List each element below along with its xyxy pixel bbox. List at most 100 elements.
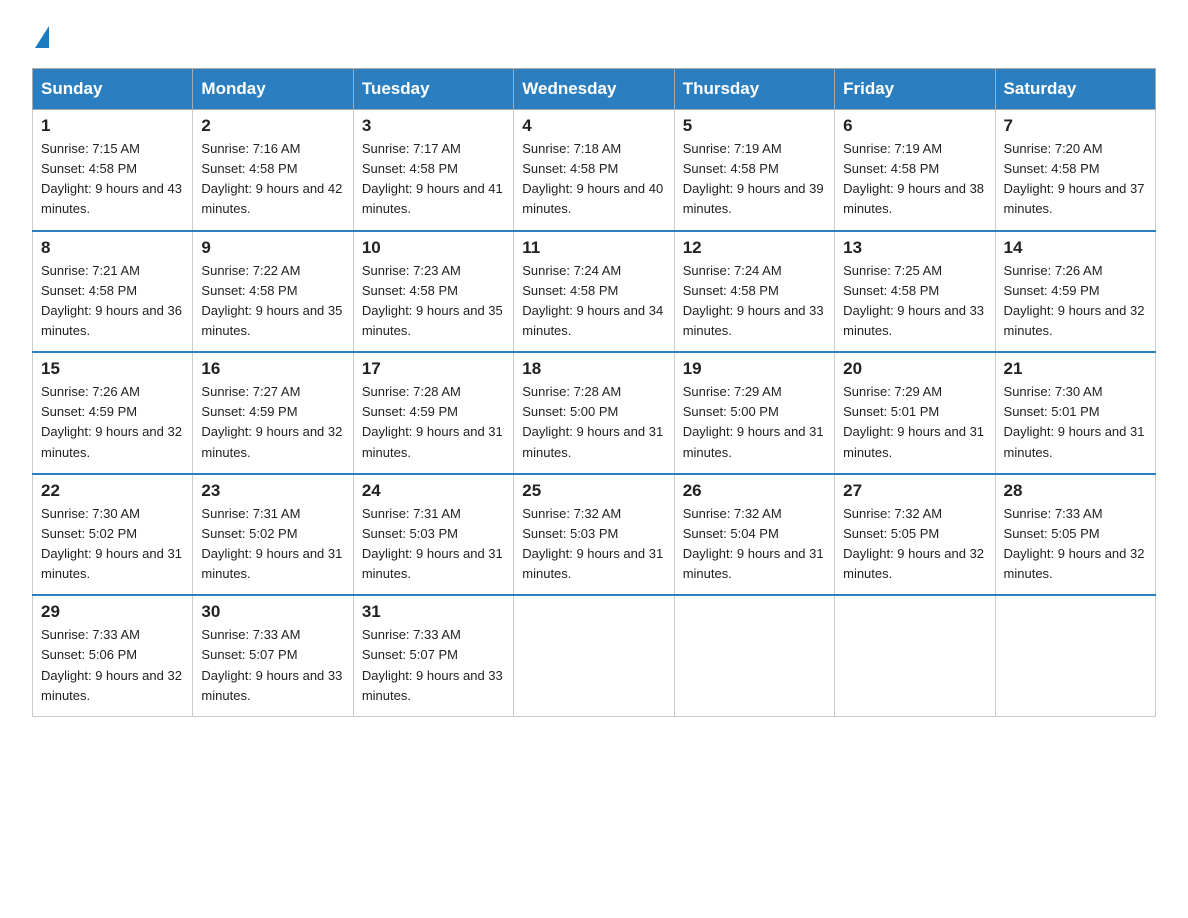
calendar-day-cell: 2 Sunrise: 7:16 AMSunset: 4:58 PMDayligh… [193,110,353,231]
day-number: 28 [1004,481,1147,501]
day-number: 13 [843,238,986,258]
day-header-row: SundayMondayTuesdayWednesdayThursdayFrid… [33,69,1156,110]
day-info: Sunrise: 7:33 AMSunset: 5:06 PMDaylight:… [41,627,182,702]
calendar-day-cell [674,595,834,716]
calendar-day-cell [995,595,1155,716]
calendar-day-cell: 17 Sunrise: 7:28 AMSunset: 4:59 PMDaylig… [353,352,513,474]
calendar-day-cell: 13 Sunrise: 7:25 AMSunset: 4:58 PMDaylig… [835,231,995,353]
day-info: Sunrise: 7:15 AMSunset: 4:58 PMDaylight:… [41,141,182,216]
calendar-day-cell: 6 Sunrise: 7:19 AMSunset: 4:58 PMDayligh… [835,110,995,231]
calendar-day-cell [835,595,995,716]
day-number: 5 [683,116,826,136]
calendar-day-cell: 26 Sunrise: 7:32 AMSunset: 5:04 PMDaylig… [674,474,834,596]
day-number: 8 [41,238,184,258]
day-number: 21 [1004,359,1147,379]
day-info: Sunrise: 7:30 AMSunset: 5:01 PMDaylight:… [1004,384,1145,459]
day-number: 11 [522,238,665,258]
calendar-day-cell: 18 Sunrise: 7:28 AMSunset: 5:00 PMDaylig… [514,352,674,474]
calendar-day-cell: 7 Sunrise: 7:20 AMSunset: 4:58 PMDayligh… [995,110,1155,231]
calendar-day-cell: 10 Sunrise: 7:23 AMSunset: 4:58 PMDaylig… [353,231,513,353]
logo-triangle-icon [35,26,49,48]
day-number: 20 [843,359,986,379]
logo [32,24,49,48]
day-info: Sunrise: 7:23 AMSunset: 4:58 PMDaylight:… [362,263,503,338]
calendar-header: SundayMondayTuesdayWednesdayThursdayFrid… [33,69,1156,110]
day-number: 4 [522,116,665,136]
calendar-day-cell: 15 Sunrise: 7:26 AMSunset: 4:59 PMDaylig… [33,352,193,474]
calendar-day-cell: 20 Sunrise: 7:29 AMSunset: 5:01 PMDaylig… [835,352,995,474]
calendar-day-cell: 12 Sunrise: 7:24 AMSunset: 4:58 PMDaylig… [674,231,834,353]
calendar-day-cell: 11 Sunrise: 7:24 AMSunset: 4:58 PMDaylig… [514,231,674,353]
day-number: 15 [41,359,184,379]
day-number: 9 [201,238,344,258]
day-number: 31 [362,602,505,622]
calendar-day-cell: 5 Sunrise: 7:19 AMSunset: 4:58 PMDayligh… [674,110,834,231]
day-of-week-header: Wednesday [514,69,674,110]
day-number: 19 [683,359,826,379]
calendar-day-cell: 8 Sunrise: 7:21 AMSunset: 4:58 PMDayligh… [33,231,193,353]
calendar-day-cell: 21 Sunrise: 7:30 AMSunset: 5:01 PMDaylig… [995,352,1155,474]
page-header [32,24,1156,48]
day-info: Sunrise: 7:32 AMSunset: 5:04 PMDaylight:… [683,506,824,581]
day-number: 26 [683,481,826,501]
calendar-week-row: 1 Sunrise: 7:15 AMSunset: 4:58 PMDayligh… [33,110,1156,231]
day-number: 3 [362,116,505,136]
day-number: 14 [1004,238,1147,258]
calendar-day-cell: 14 Sunrise: 7:26 AMSunset: 4:59 PMDaylig… [995,231,1155,353]
calendar-body: 1 Sunrise: 7:15 AMSunset: 4:58 PMDayligh… [33,110,1156,717]
calendar-day-cell [514,595,674,716]
day-info: Sunrise: 7:31 AMSunset: 5:02 PMDaylight:… [201,506,342,581]
day-info: Sunrise: 7:27 AMSunset: 4:59 PMDaylight:… [201,384,342,459]
day-number: 12 [683,238,826,258]
calendar-week-row: 22 Sunrise: 7:30 AMSunset: 5:02 PMDaylig… [33,474,1156,596]
calendar-week-row: 15 Sunrise: 7:26 AMSunset: 4:59 PMDaylig… [33,352,1156,474]
day-info: Sunrise: 7:30 AMSunset: 5:02 PMDaylight:… [41,506,182,581]
day-number: 2 [201,116,344,136]
calendar-day-cell: 19 Sunrise: 7:29 AMSunset: 5:00 PMDaylig… [674,352,834,474]
day-number: 22 [41,481,184,501]
day-info: Sunrise: 7:21 AMSunset: 4:58 PMDaylight:… [41,263,182,338]
calendar-day-cell: 22 Sunrise: 7:30 AMSunset: 5:02 PMDaylig… [33,474,193,596]
day-number: 30 [201,602,344,622]
calendar-day-cell: 3 Sunrise: 7:17 AMSunset: 4:58 PMDayligh… [353,110,513,231]
day-info: Sunrise: 7:16 AMSunset: 4:58 PMDaylight:… [201,141,342,216]
calendar-day-cell: 28 Sunrise: 7:33 AMSunset: 5:05 PMDaylig… [995,474,1155,596]
day-info: Sunrise: 7:24 AMSunset: 4:58 PMDaylight:… [683,263,824,338]
day-of-week-header: Thursday [674,69,834,110]
calendar-day-cell: 4 Sunrise: 7:18 AMSunset: 4:58 PMDayligh… [514,110,674,231]
calendar-week-row: 29 Sunrise: 7:33 AMSunset: 5:06 PMDaylig… [33,595,1156,716]
day-of-week-header: Monday [193,69,353,110]
calendar-day-cell: 29 Sunrise: 7:33 AMSunset: 5:06 PMDaylig… [33,595,193,716]
day-number: 7 [1004,116,1147,136]
calendar-day-cell: 24 Sunrise: 7:31 AMSunset: 5:03 PMDaylig… [353,474,513,596]
day-info: Sunrise: 7:29 AMSunset: 5:01 PMDaylight:… [843,384,984,459]
calendar-day-cell: 1 Sunrise: 7:15 AMSunset: 4:58 PMDayligh… [33,110,193,231]
calendar-week-row: 8 Sunrise: 7:21 AMSunset: 4:58 PMDayligh… [33,231,1156,353]
calendar-day-cell: 16 Sunrise: 7:27 AMSunset: 4:59 PMDaylig… [193,352,353,474]
day-info: Sunrise: 7:19 AMSunset: 4:58 PMDaylight:… [843,141,984,216]
calendar-day-cell: 30 Sunrise: 7:33 AMSunset: 5:07 PMDaylig… [193,595,353,716]
day-number: 1 [41,116,184,136]
day-number: 25 [522,481,665,501]
day-number: 16 [201,359,344,379]
day-info: Sunrise: 7:26 AMSunset: 4:59 PMDaylight:… [41,384,182,459]
day-of-week-header: Tuesday [353,69,513,110]
day-info: Sunrise: 7:25 AMSunset: 4:58 PMDaylight:… [843,263,984,338]
day-info: Sunrise: 7:28 AMSunset: 4:59 PMDaylight:… [362,384,503,459]
calendar-day-cell: 27 Sunrise: 7:32 AMSunset: 5:05 PMDaylig… [835,474,995,596]
calendar-day-cell: 9 Sunrise: 7:22 AMSunset: 4:58 PMDayligh… [193,231,353,353]
day-number: 23 [201,481,344,501]
day-info: Sunrise: 7:19 AMSunset: 4:58 PMDaylight:… [683,141,824,216]
calendar-day-cell: 23 Sunrise: 7:31 AMSunset: 5:02 PMDaylig… [193,474,353,596]
day-of-week-header: Sunday [33,69,193,110]
day-info: Sunrise: 7:33 AMSunset: 5:07 PMDaylight:… [362,627,503,702]
day-info: Sunrise: 7:22 AMSunset: 4:58 PMDaylight:… [201,263,342,338]
day-number: 6 [843,116,986,136]
day-info: Sunrise: 7:18 AMSunset: 4:58 PMDaylight:… [522,141,663,216]
day-number: 29 [41,602,184,622]
day-info: Sunrise: 7:33 AMSunset: 5:07 PMDaylight:… [201,627,342,702]
calendar-day-cell: 31 Sunrise: 7:33 AMSunset: 5:07 PMDaylig… [353,595,513,716]
day-number: 18 [522,359,665,379]
day-info: Sunrise: 7:20 AMSunset: 4:58 PMDaylight:… [1004,141,1145,216]
day-of-week-header: Saturday [995,69,1155,110]
